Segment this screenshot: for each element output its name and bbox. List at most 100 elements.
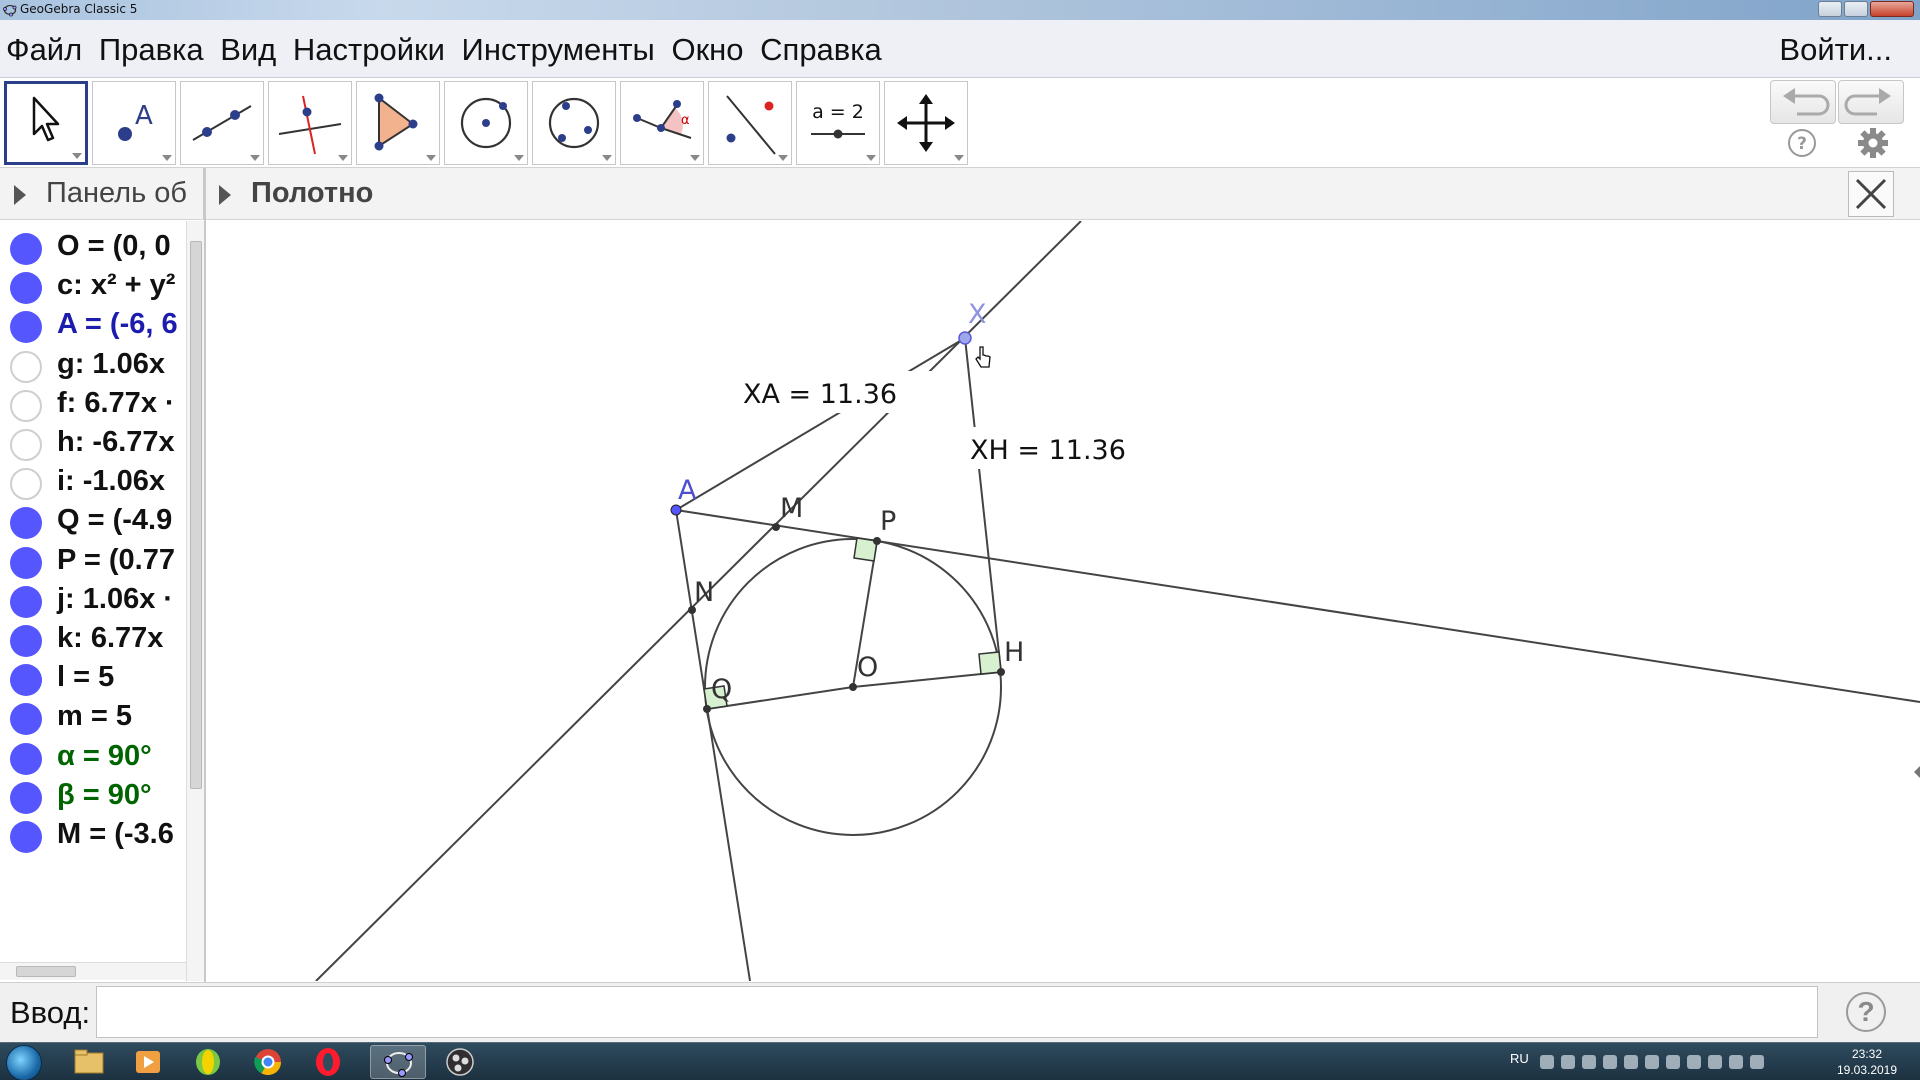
algebra-item-text[interactable]: k: 6.77x xyxy=(57,622,163,655)
visibility-toggle[interactable] xyxy=(10,311,42,344)
algebra-item-text[interactable]: α = 90° xyxy=(57,740,152,773)
algebra-item[interactable]: M = (-3.6 xyxy=(0,811,186,859)
taskbar-obs[interactable] xyxy=(432,1045,488,1079)
chrome-icon xyxy=(254,1049,282,1076)
algebra-item-text[interactable]: O = (0, 0 xyxy=(57,230,171,263)
folder-icon xyxy=(74,1049,104,1074)
algebra-vertical-scrollbar[interactable] xyxy=(186,221,204,981)
algebra-item-text[interactable]: M = (-3.6 xyxy=(57,818,174,851)
move-graphics-view-tool-button[interactable] xyxy=(884,81,968,165)
leaf-app-icon xyxy=(196,1049,220,1075)
visibility-toggle[interactable] xyxy=(10,468,42,501)
perpendicular-line-tool-button[interactable] xyxy=(268,81,352,165)
visibility-toggle[interactable] xyxy=(10,625,42,657)
menu-help[interactable]: Справка xyxy=(760,32,882,67)
scrollbar-thumb[interactable] xyxy=(190,241,202,789)
taskbar-chrome[interactable] xyxy=(240,1045,296,1079)
segment-x-h[interactable] xyxy=(964,337,1002,673)
visibility-toggle[interactable] xyxy=(10,272,42,305)
input-help-button[interactable]: ? xyxy=(1846,992,1886,1032)
algebra-item-text[interactable]: P = (0.77 xyxy=(57,544,175,577)
undo-button[interactable] xyxy=(1770,80,1836,124)
point-m[interactable] xyxy=(772,523,780,531)
menu-window[interactable]: Окно xyxy=(671,32,743,67)
line-tool-button[interactable] xyxy=(180,81,264,165)
taskbar-app-fruit[interactable] xyxy=(180,1045,236,1079)
algebra-item-text[interactable]: g: 1.06x xyxy=(57,348,165,381)
polygon-tool-button[interactable] xyxy=(356,81,440,165)
taskbar-media-player[interactable] xyxy=(120,1045,176,1079)
visibility-toggle[interactable] xyxy=(10,742,42,775)
start-button[interactable] xyxy=(6,1045,42,1080)
slider-tool-button[interactable]: a = 2 xyxy=(796,81,880,165)
algebra-item-text[interactable]: A = (-6, 6 xyxy=(57,308,178,341)
point-h[interactable] xyxy=(997,668,1005,676)
visibility-toggle[interactable] xyxy=(10,429,42,461)
point-p[interactable] xyxy=(873,537,881,545)
visibility-toggle[interactable] xyxy=(10,821,42,853)
taskbar-opera[interactable] xyxy=(300,1045,356,1079)
visibility-toggle[interactable] xyxy=(10,781,42,814)
media-player-icon xyxy=(136,1051,160,1073)
system-clock[interactable]: 23:32 19.03.2019 xyxy=(1832,1046,1902,1078)
maximize-button[interactable] xyxy=(1844,1,1868,17)
opera-icon xyxy=(316,1048,340,1076)
algebra-item-text[interactable]: h: -6.77x xyxy=(57,426,175,459)
taskbar-explorer[interactable] xyxy=(60,1045,116,1079)
algebra-item-text[interactable]: l = 5 xyxy=(57,661,114,694)
side-panel-handle-icon[interactable] xyxy=(1914,766,1920,778)
expand-triangle-icon[interactable] xyxy=(219,185,231,205)
system-tray-icons[interactable] xyxy=(1540,1055,1810,1069)
input-field[interactable] xyxy=(96,986,1818,1038)
label-n: N xyxy=(694,577,714,608)
close-window-button[interactable] xyxy=(1870,1,1914,17)
scrollbar-thumb[interactable] xyxy=(16,966,76,977)
visibility-toggle[interactable] xyxy=(10,664,42,697)
tool-menu-arrow-icon xyxy=(778,155,788,161)
algebra-item-text[interactable]: Q = (-4.9 xyxy=(57,504,172,537)
graphics-view[interactable]: X A M P N O H Q XA = 11.36 XH = 11.36 xyxy=(206,221,1920,981)
point-tool-button[interactable]: A xyxy=(92,81,176,165)
point-q[interactable] xyxy=(703,705,711,713)
visibility-toggle[interactable] xyxy=(10,546,42,579)
algebra-horizontal-scrollbar[interactable] xyxy=(0,962,186,980)
algebra-item-text[interactable]: f: 6.77x · xyxy=(57,387,175,420)
algebra-item-text[interactable]: i: -1.06x xyxy=(57,465,165,498)
algebra-item-text[interactable]: j: 1.06x · xyxy=(57,583,173,616)
algebra-item-text[interactable]: c: x² + y² xyxy=(57,269,175,302)
point-x[interactable] xyxy=(958,331,972,345)
taskbar-geogebra[interactable] xyxy=(370,1045,426,1079)
visibility-toggle[interactable] xyxy=(10,350,42,383)
minimize-button[interactable] xyxy=(1818,1,1842,17)
algebra-item-text[interactable]: β = 90° xyxy=(57,779,152,812)
expand-triangle-icon[interactable] xyxy=(14,185,26,205)
visibility-toggle[interactable] xyxy=(10,507,42,540)
move-tool-button[interactable] xyxy=(4,81,88,165)
tool-menu-arrow-icon xyxy=(866,155,876,161)
reflect-tool-button[interactable] xyxy=(708,81,792,165)
point-a[interactable] xyxy=(670,504,682,516)
circle-tool-button[interactable] xyxy=(444,81,528,165)
point-o[interactable] xyxy=(849,683,857,691)
circle-three-points-tool-button[interactable] xyxy=(532,81,616,165)
visibility-toggle[interactable] xyxy=(10,233,42,265)
redo-button[interactable] xyxy=(1838,80,1904,124)
angle-tool-button[interactable]: α xyxy=(620,81,704,165)
close-view-button[interactable] xyxy=(1848,171,1894,217)
measurement-xa: XA = 11.36 xyxy=(743,379,897,410)
help-icon[interactable]: ? xyxy=(1787,128,1817,158)
visibility-toggle[interactable] xyxy=(10,389,42,422)
menu-file[interactable]: Файл xyxy=(6,32,82,67)
algebra-item-text[interactable]: m = 5 xyxy=(57,700,132,733)
geometry-construction[interactable]: X A M P N O H Q XA = 11.36 XH = 11.36 xyxy=(206,221,1920,981)
menu-tools[interactable]: Инструменты xyxy=(462,32,655,67)
menu-edit[interactable]: Правка xyxy=(99,32,204,67)
visibility-toggle[interactable] xyxy=(10,703,42,736)
segment-x-a[interactable] xyxy=(675,337,966,511)
menu-options[interactable]: Настройки xyxy=(293,32,445,67)
keyboard-language-indicator[interactable]: RU xyxy=(1510,1051,1529,1066)
menu-view[interactable]: Вид xyxy=(220,32,276,67)
visibility-toggle[interactable] xyxy=(10,585,42,618)
login-button[interactable]: Войти... xyxy=(1779,32,1892,68)
gear-icon[interactable] xyxy=(1856,126,1890,160)
